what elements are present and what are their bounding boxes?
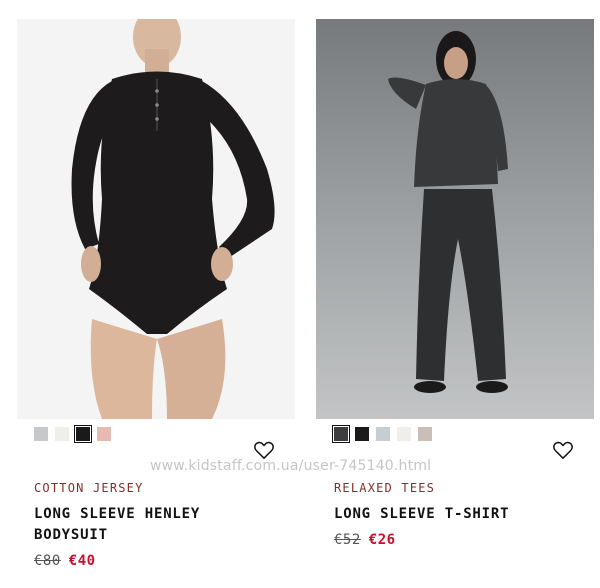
heart-icon[interactable]	[552, 440, 574, 460]
sale-price: €26	[368, 532, 396, 548]
swatch-black[interactable]	[73, 424, 93, 444]
color-swatches-henley-bodysuit	[34, 424, 111, 444]
product-name-line1: LONG SLEEVE T-SHIRT	[334, 506, 510, 522]
product-name-link[interactable]: LONG SLEEVE T-SHIRT	[334, 504, 554, 525]
swatch-grey[interactable]	[34, 427, 48, 441]
product-card-henley-bodysuit[interactable]	[17, 19, 295, 419]
bodysuit-photo-illustration	[17, 19, 295, 419]
swatch-white[interactable]	[397, 427, 411, 441]
heart-icon[interactable]	[253, 440, 275, 460]
product-image-henley-bodysuit[interactable]	[17, 19, 295, 419]
swatch-pink[interactable]	[97, 427, 111, 441]
original-price: €52	[334, 532, 361, 548]
watermark-text: www.kidstaff.com.ua/user-745140.html	[150, 458, 432, 474]
product-image-long-sleeve-tshirt[interactable]	[316, 19, 594, 419]
swatch-light-blue-grey[interactable]	[376, 427, 390, 441]
swatch-black[interactable]	[355, 427, 369, 441]
product-name-link[interactable]: LONG SLEEVE HENLEY BODYSUIT	[34, 504, 254, 546]
original-price: €80	[34, 553, 61, 569]
product-card-long-sleeve-tshirt[interactable]	[316, 19, 594, 419]
sale-price: €40	[68, 553, 96, 569]
swatch-charcoal[interactable]	[331, 424, 351, 444]
price-block: €80 €40	[34, 553, 96, 569]
product-name-line2: BODYSUIT	[34, 527, 108, 543]
tshirt-photo-illustration	[316, 19, 594, 419]
swatch-taupe[interactable]	[418, 427, 432, 441]
product-name-line1: LONG SLEEVE HENLEY	[34, 506, 201, 522]
collection-label: COTTON JERSEY	[34, 481, 144, 495]
color-swatches-long-sleeve-tshirt	[331, 424, 432, 444]
collection-label: RELAXED TEES	[334, 481, 436, 495]
price-block: €52 €26	[334, 532, 396, 548]
swatch-white[interactable]	[55, 427, 69, 441]
